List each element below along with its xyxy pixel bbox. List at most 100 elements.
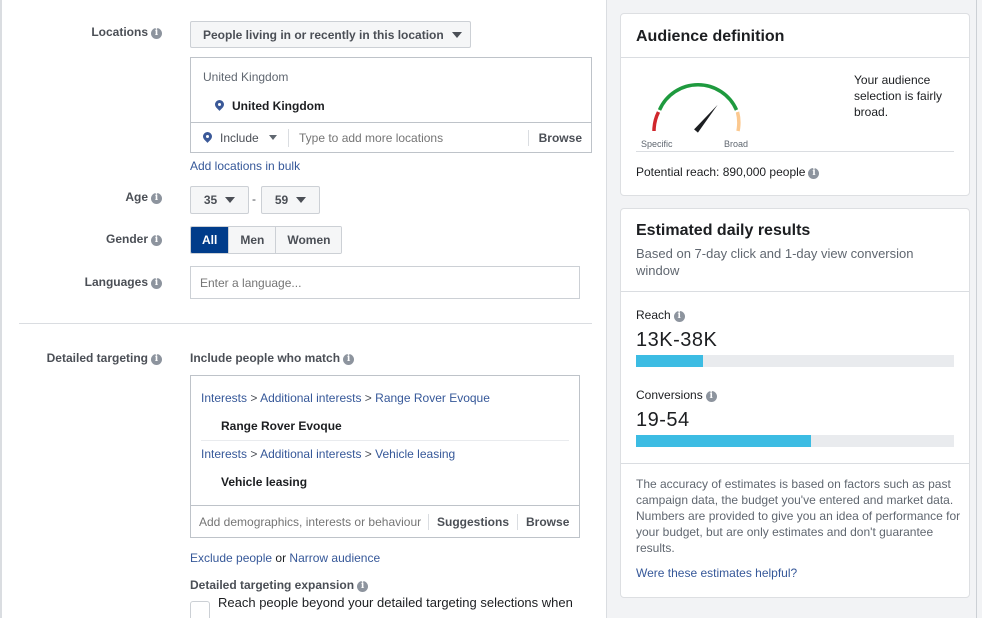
detailed-targeting-label-text: Detailed targeting	[46, 351, 148, 365]
gender-women-button[interactable]: Women	[275, 227, 342, 253]
gauge-arc-broad	[735, 111, 741, 132]
languages-label-text: Languages	[84, 275, 148, 289]
targeting-panel: Locations i People living in or recently …	[0, 0, 606, 618]
conversions-label: Conversions i	[636, 388, 717, 402]
age-min-dropdown[interactable]: 35	[190, 186, 249, 214]
gender-label: Gender i	[2, 232, 162, 246]
locations-label-text: Locations	[91, 25, 148, 39]
conversions-bar	[636, 435, 954, 447]
detailed-targeting-label: Detailed targeting i	[2, 351, 162, 365]
gender-all-button[interactable]: All	[191, 227, 229, 253]
info-icon[interactable]: i	[151, 354, 162, 365]
card-divider	[621, 463, 969, 464]
location-pin-icon	[215, 100, 224, 112]
estimates-disclaimer: The accuracy of estimates is based on fa…	[636, 477, 961, 555]
estimated-results-subtitle: Based on 7-day click and 1-day view conv…	[636, 246, 914, 278]
expansion-label-text: Detailed targeting expansion	[190, 578, 355, 592]
info-icon[interactable]: i	[673, 311, 685, 322]
info-icon[interactable]: i	[151, 28, 162, 39]
breadcrumb-link[interactable]: Range Rover Evoque	[375, 391, 490, 405]
info-icon[interactable]: i	[705, 391, 717, 402]
estimated-results-title: Estimated daily results	[636, 222, 811, 239]
location-group-header: United Kingdom	[203, 70, 289, 84]
selected-location[interactable]: United Kingdom	[215, 99, 325, 113]
potential-reach: Potential reach: 890,000 people i	[636, 165, 820, 179]
targeting-breadcrumb: Interests > Additional interests > Range…	[201, 391, 490, 405]
breadcrumb-separator: >	[364, 447, 372, 461]
include-dropdown[interactable]: Include	[191, 128, 289, 147]
age-min-value: 35	[203, 193, 218, 207]
audience-definition-title: Audience definition	[636, 28, 785, 45]
gender-label-text: Gender	[105, 232, 148, 246]
targeting-item[interactable]: Vehicle leasing	[221, 475, 307, 489]
age-label-text: Age	[125, 190, 148, 204]
info-icon[interactable]: i	[151, 278, 162, 289]
exclude-people-link[interactable]: Exclude people	[190, 551, 272, 565]
info-icon[interactable]: i	[808, 168, 820, 179]
reach-label: Reach i	[636, 308, 685, 322]
expansion-label: Detailed targeting expansion i	[190, 578, 369, 592]
breadcrumb-link[interactable]: Interests	[201, 391, 247, 405]
exclude-narrow-row: Exclude people or Narrow audience	[190, 551, 380, 565]
targeting-breadcrumb: Interests > Additional interests > Vehic…	[201, 447, 455, 461]
locations-label: Locations i	[2, 25, 162, 39]
summary-panel: Audience definition Specific Broad Your …	[606, 0, 982, 618]
info-icon[interactable]: i	[343, 354, 355, 365]
targeting-browse-button[interactable]: Browse	[517, 513, 577, 530]
audience-gauge: Specific Broad	[636, 74, 749, 149]
suggestions-button[interactable]: Suggestions	[429, 514, 517, 530]
breadcrumb-separator: >	[250, 391, 258, 405]
narrow-audience-link[interactable]: Narrow audience	[289, 551, 380, 565]
or-text: or	[275, 551, 287, 565]
gender-toggle-group: All Men Women	[190, 226, 343, 254]
gender-men-button[interactable]: Men	[228, 227, 276, 253]
audience-description: Your audience selection is fairly broad.	[854, 73, 943, 119]
age-max-value: 59	[274, 193, 289, 207]
languages-label: Languages i	[2, 275, 162, 289]
gauge-needle	[694, 104, 718, 133]
language-input[interactable]	[190, 266, 580, 299]
breadcrumb-separator: >	[364, 391, 372, 405]
gauge-max-label: Broad	[724, 139, 749, 149]
detailed-targeting-box: Interests > Additional interests > Range…	[190, 375, 580, 538]
info-icon[interactable]: i	[357, 581, 369, 592]
card-header: Estimated daily results Based on 7-day c…	[621, 209, 969, 292]
breadcrumb-link[interactable]: Interests	[201, 447, 247, 461]
location-input-row: Include Browse	[191, 122, 591, 152]
reach-bar-fill	[636, 355, 703, 367]
breadcrumb-link[interactable]: Additional interests	[260, 447, 361, 461]
targeting-search-input[interactable]	[191, 513, 429, 530]
expansion-checkbox[interactable]	[190, 601, 210, 618]
age-label: Age i	[2, 190, 162, 204]
location-browse-button[interactable]: Browse	[527, 129, 591, 146]
add-locations-bulk-link[interactable]: Add locations in bulk	[190, 159, 300, 173]
age-separator: -	[252, 192, 256, 206]
potential-reach-text: Potential reach: 890,000 people	[636, 165, 806, 179]
location-mode-dropdown[interactable]: People living in or recently in this loc…	[190, 21, 471, 48]
caret-down-icon	[268, 135, 277, 140]
age-max-dropdown[interactable]: 59	[261, 186, 320, 214]
selected-location-text: United Kingdom	[232, 99, 325, 113]
info-icon[interactable]: i	[151, 193, 162, 204]
breadcrumb-link[interactable]: Additional interests	[260, 391, 361, 405]
expansion-description: Reach people beyond your detailed target…	[218, 595, 573, 610]
include-text: Include	[220, 130, 259, 145]
scrollbar-edge	[976, 0, 982, 618]
reach-bar	[636, 355, 954, 367]
targeting-item[interactable]: Range Rover Evoque	[221, 419, 342, 433]
caret-down-icon	[296, 197, 307, 203]
conversions-bar-fill	[636, 435, 811, 447]
locations-box: United Kingdom United Kingdom Include Br…	[190, 57, 592, 153]
location-search-input[interactable]	[289, 130, 528, 145]
breadcrumb-link[interactable]: Vehicle leasing	[375, 447, 455, 461]
caret-down-icon	[451, 31, 462, 38]
info-icon[interactable]: i	[151, 235, 162, 246]
estimated-results-card: Estimated daily results Based on 7-day c…	[620, 208, 970, 598]
breadcrumb-separator: >	[250, 447, 258, 461]
reach-value: 13K-38K	[636, 329, 718, 351]
item-divider	[201, 440, 569, 441]
gauge-min-label: Specific	[641, 139, 673, 149]
estimates-feedback-link[interactable]: Were these estimates helpful?	[636, 566, 797, 580]
conversions-value: 19-54	[636, 409, 690, 431]
reach-label-text: Reach	[636, 308, 671, 322]
